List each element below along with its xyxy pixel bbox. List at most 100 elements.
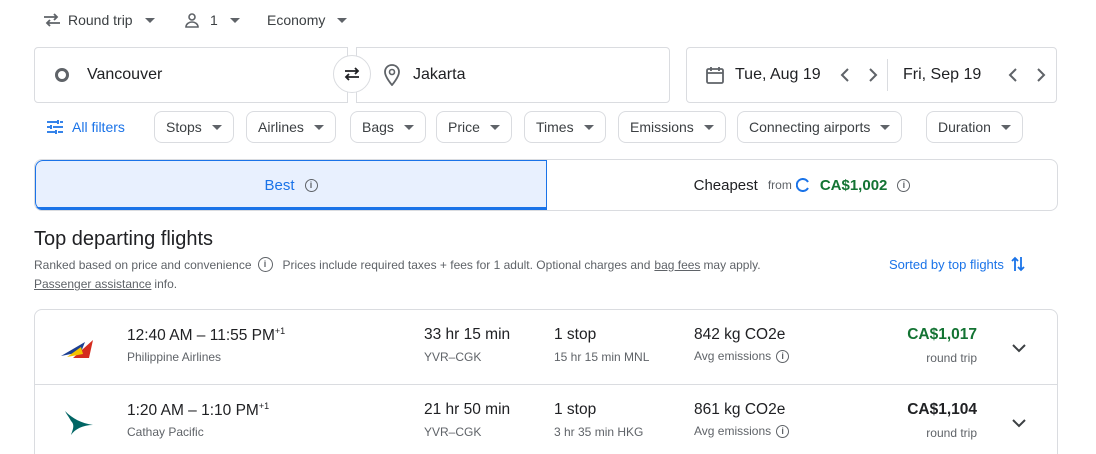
price-type: round trip bbox=[926, 351, 977, 365]
previous-day-button[interactable] bbox=[1001, 63, 1025, 87]
swap-icon bbox=[342, 66, 362, 82]
flight-row[interactable]: 1:20 AM – 1:10 PM+1 Cathay Pacific 21 hr… bbox=[35, 385, 1057, 454]
trip-type-label: Round trip bbox=[68, 12, 133, 28]
passenger-assistance-link[interactable]: Passenger assistance bbox=[34, 277, 151, 291]
info-icon[interactable]: i bbox=[304, 178, 318, 192]
sort-label: Sorted by top flights bbox=[889, 256, 1004, 272]
destination-field[interactable]: Jakarta bbox=[356, 47, 670, 103]
chevron-down-icon bbox=[403, 124, 414, 130]
filter-chip-connecting-airports[interactable]: Connecting airports bbox=[737, 111, 903, 143]
flight-duration: 33 hr 15 min bbox=[424, 326, 511, 343]
flight-route: YVR–CGK bbox=[424, 350, 482, 364]
stop-count: 1 stop bbox=[554, 326, 597, 343]
stop-count: 1 stop bbox=[554, 401, 597, 418]
flight-row[interactable]: 12:40 AM – 11:55 PM+1 Philippine Airline… bbox=[35, 310, 1057, 385]
all-filters-button[interactable]: All filters bbox=[46, 111, 125, 143]
flight-price: CA$1,017 bbox=[907, 326, 977, 343]
emissions-label-text: Avg emissions bbox=[694, 424, 772, 438]
chevron-down-icon bbox=[1012, 418, 1026, 428]
times-text: 12:40 AM – 11:55 PM bbox=[127, 327, 275, 345]
flight-list: 12:40 AM – 11:55 PM+1 Philippine Airline… bbox=[34, 309, 1058, 454]
layover-detail: 15 hr 15 min MNL bbox=[554, 350, 650, 364]
info-icon[interactable]: i bbox=[776, 349, 790, 363]
flight-route: YVR–CGK bbox=[424, 425, 482, 439]
info-icon[interactable]: i bbox=[257, 257, 273, 272]
chip-label: Times bbox=[536, 119, 574, 135]
filter-chip-duration[interactable]: Duration bbox=[926, 111, 1023, 143]
chevron-down-icon bbox=[1000, 124, 1011, 130]
info-icon[interactable]: i bbox=[776, 424, 790, 438]
filter-chip-stops[interactable]: Stops bbox=[154, 111, 234, 143]
passenger-count: 1 bbox=[210, 12, 218, 28]
swap-arrows-icon bbox=[42, 12, 62, 28]
chevron-down-icon bbox=[583, 124, 594, 130]
cabin-class-selector[interactable]: Economy bbox=[267, 8, 348, 32]
return-date-text: Fri, Sep 19 bbox=[903, 66, 982, 83]
filter-chip-times[interactable]: Times bbox=[524, 111, 606, 143]
day-offset: +1 bbox=[258, 401, 270, 411]
chevron-down-icon bbox=[313, 124, 324, 130]
cathay-pacific-logo bbox=[59, 407, 99, 439]
filter-chip-bags[interactable]: Bags bbox=[350, 111, 426, 143]
swap-locations-button[interactable] bbox=[333, 55, 371, 93]
tab-best[interactable]: Best i bbox=[35, 160, 547, 210]
location-pin-icon bbox=[383, 64, 401, 86]
loading-spinner-icon bbox=[795, 178, 810, 192]
airline-name: Cathay Pacific bbox=[127, 425, 204, 439]
prices-text: Prices include required taxes + fees for… bbox=[282, 257, 651, 272]
flight-times: 1:20 AM – 1:10 PM+1 bbox=[127, 401, 269, 420]
origin-circle-icon bbox=[55, 68, 69, 82]
chip-label: Stops bbox=[166, 119, 202, 135]
chevron-down-icon bbox=[211, 124, 222, 130]
emissions-label-text: Avg emissions bbox=[694, 349, 772, 363]
bag-fees-link[interactable]: bag fees bbox=[654, 258, 700, 272]
price-type: round trip bbox=[926, 426, 977, 440]
destination-value: Jakarta bbox=[413, 66, 466, 83]
origin-field[interactable]: Vancouver bbox=[34, 47, 348, 103]
ranking-note: Ranked based on price and convenience i … bbox=[34, 257, 761, 272]
section-title: Top departing flights bbox=[34, 228, 214, 250]
assistance-note: Passenger assistance info. bbox=[34, 277, 177, 291]
from-label: from bbox=[767, 178, 792, 192]
cabin-class-label: Economy bbox=[267, 12, 326, 28]
emissions-label: Avg emissions i bbox=[694, 349, 790, 363]
tab-cheapest[interactable]: Cheapest from CA$1,002 i bbox=[547, 160, 1057, 210]
filter-chip-price[interactable]: Price bbox=[436, 111, 512, 143]
passenger-selector[interactable]: 1 bbox=[184, 8, 240, 32]
ranked-text: Ranked based on price and convenience bbox=[34, 257, 252, 272]
sort-arrows-icon bbox=[1010, 255, 1026, 273]
layover-detail: 3 hr 35 min HKG bbox=[554, 425, 644, 439]
previous-day-button[interactable] bbox=[833, 63, 857, 87]
flight-duration: 21 hr 50 min bbox=[424, 401, 511, 418]
chip-label: Emissions bbox=[630, 119, 694, 135]
next-day-button[interactable] bbox=[861, 63, 885, 87]
filter-chip-emissions[interactable]: Emissions bbox=[618, 111, 726, 143]
tab-best-label: Best bbox=[264, 176, 295, 194]
chevron-down-icon bbox=[703, 124, 714, 130]
chevron-down-icon bbox=[229, 17, 240, 23]
return-date[interactable]: Fri, Sep 19 bbox=[888, 48, 1053, 102]
airline-name: Philippine Airlines bbox=[127, 350, 222, 364]
chevron-down-icon bbox=[337, 17, 348, 23]
sort-button[interactable]: Sorted by top flights bbox=[889, 255, 1026, 273]
chevron-down-icon bbox=[489, 124, 500, 130]
chevron-down-icon bbox=[880, 124, 891, 130]
philippine-airlines-logo bbox=[59, 332, 99, 364]
emissions-label: Avg emissions i bbox=[694, 424, 790, 438]
date-range-field[interactable]: Tue, Aug 19 Fri, Sep 19 bbox=[686, 47, 1057, 103]
sort-tabs: Best i Cheapest from CA$1,002 i bbox=[34, 159, 1058, 211]
departure-date[interactable]: Tue, Aug 19 bbox=[687, 48, 887, 102]
chevron-down-icon bbox=[1012, 343, 1026, 353]
next-day-button[interactable] bbox=[1029, 63, 1053, 87]
day-offset: +1 bbox=[274, 326, 286, 336]
chip-label: Duration bbox=[938, 119, 991, 135]
origin-value: Vancouver bbox=[87, 66, 163, 83]
chip-label: Price bbox=[448, 119, 480, 135]
expand-button[interactable] bbox=[1005, 334, 1033, 362]
expand-button[interactable] bbox=[1005, 409, 1033, 437]
chip-label: Airlines bbox=[258, 119, 304, 135]
info-icon[interactable]: i bbox=[897, 178, 911, 192]
trip-type-selector[interactable]: Round trip bbox=[42, 8, 155, 32]
tab-cheapest-label: Cheapest bbox=[693, 176, 758, 194]
filter-chip-airlines[interactable]: Airlines bbox=[246, 111, 336, 143]
